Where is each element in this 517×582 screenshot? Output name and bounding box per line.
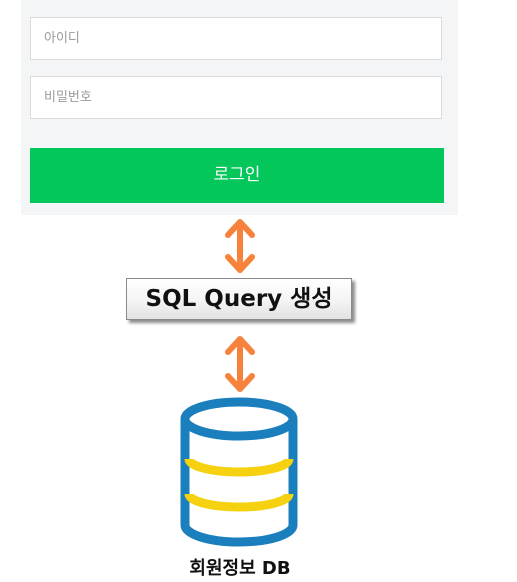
login-panel: 로그인	[21, 0, 458, 215]
bidirectional-arrow-icon	[225, 336, 255, 392]
login-button[interactable]: 로그인	[30, 148, 444, 203]
database-icon	[180, 397, 298, 547]
username-input[interactable]	[30, 17, 442, 60]
password-input[interactable]	[30, 76, 442, 119]
sql-query-label: SQL Query 생성	[145, 286, 333, 312]
db-caption: 회원정보 DB	[189, 558, 291, 579]
sql-query-box: SQL Query 생성	[126, 278, 352, 320]
bidirectional-arrow-icon	[225, 219, 255, 273]
